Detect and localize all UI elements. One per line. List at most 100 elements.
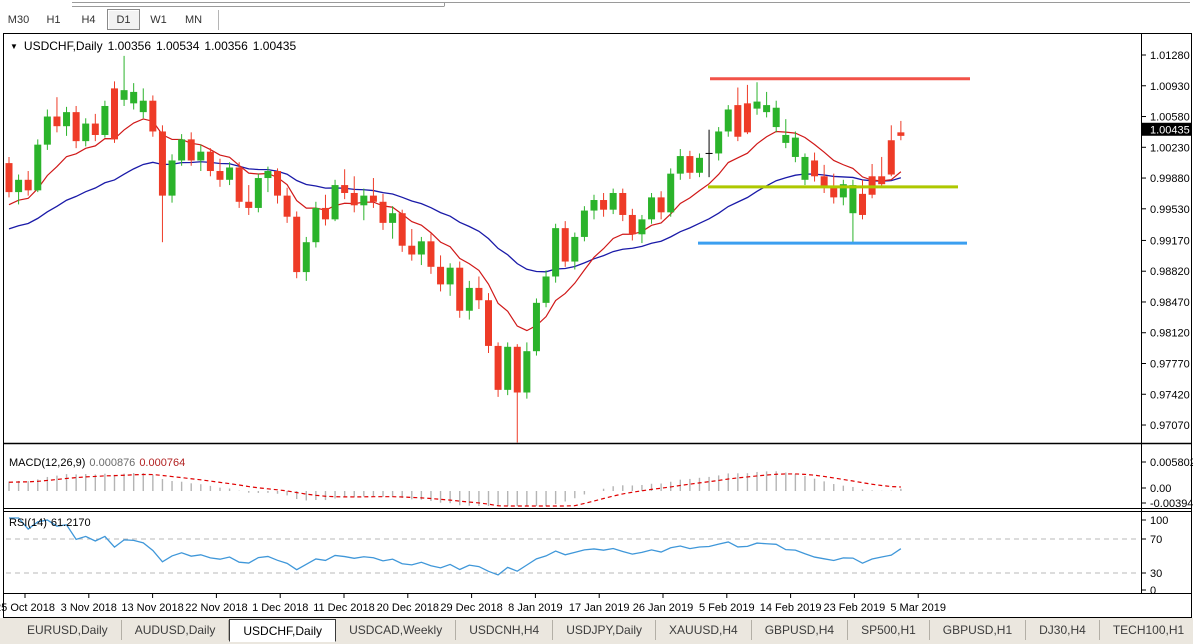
- candle-body: [628, 214, 636, 235]
- macd-name: MACD(12,26,9): [9, 457, 86, 469]
- chart-tab-gbpusd-h4[interactable]: GBPUSD,H4: [752, 620, 849, 640]
- candle-body: [820, 176, 828, 187]
- candle-body: [369, 195, 377, 202]
- chart-tab-usdcad-weekly[interactable]: USDCAD,Weekly: [336, 620, 457, 640]
- svg-text:0: 0: [1150, 585, 1156, 597]
- candle-body: [638, 219, 646, 235]
- candle-body: [753, 101, 761, 109]
- candle-body: [734, 105, 742, 137]
- candle-body: [504, 346, 512, 390]
- svg-text:0.97420: 0.97420: [1150, 389, 1190, 401]
- svg-text:0.005802: 0.005802: [1150, 457, 1193, 469]
- candle-body: [178, 139, 186, 161]
- chart-tab-xauusd-h4[interactable]: XAUUSD,H4: [656, 620, 752, 640]
- svg-text:0.98820: 0.98820: [1150, 266, 1190, 278]
- timeframe-button-w1[interactable]: W1: [142, 9, 175, 30]
- timeframe-toolbar: M30 H1 H4 D1 W1 MN: [0, 8, 219, 31]
- candle-body: [686, 156, 694, 173]
- symbol-dropdown-icon[interactable]: ▼: [10, 42, 18, 51]
- svg-text:22 Nov 2018: 22 Nov 2018: [185, 602, 247, 614]
- candle-body: [72, 112, 80, 142]
- chart-tab-audusd-daily[interactable]: AUDUSD,Daily: [122, 620, 230, 640]
- svg-text:3 Nov 2018: 3 Nov 2018: [61, 602, 117, 614]
- candle-body: [101, 105, 109, 135]
- candle-body: [139, 100, 147, 113]
- svg-text:70: 70: [1150, 534, 1162, 546]
- candle-body: [302, 242, 310, 273]
- chart-tab-usdjpy-daily[interactable]: USDJPY,Daily: [553, 620, 657, 640]
- timeframe-button-h4[interactable]: H4: [72, 9, 105, 30]
- ohlc-high: 1.00534: [156, 39, 200, 53]
- candle-body: [849, 185, 857, 214]
- svg-text:26 Jan 2019: 26 Jan 2019: [633, 602, 694, 614]
- timeframe-button-d1[interactable]: D1: [107, 9, 140, 30]
- candle-body: [53, 116, 61, 127]
- candle-body: [120, 90, 128, 100]
- chart-window-frame: [3, 33, 1192, 618]
- candle-body: [321, 207, 329, 220]
- candle-body: [561, 228, 569, 262]
- chart-tab-dj30-h4[interactable]: DJ30,H4: [1026, 620, 1100, 640]
- candle-body: [859, 193, 867, 215]
- svg-text:5 Mar 2019: 5 Mar 2019: [890, 602, 946, 614]
- candle-body: [24, 179, 32, 191]
- candle-body: [532, 302, 540, 352]
- chart-symbol-label: USDCHF,Daily: [23, 39, 103, 53]
- macd-indicator-label: MACD(12,26,9) 0.000876 0.000764: [9, 457, 185, 469]
- candle-body: [417, 241, 425, 255]
- timeframe-button-m30[interactable]: M30: [2, 9, 35, 30]
- chart-tab-tech100-h1[interactable]: TECH100,H1: [1100, 620, 1193, 640]
- chart-tab-gbpusd-h1[interactable]: GBPUSD,H1: [930, 620, 1027, 640]
- candle-body: [408, 245, 416, 255]
- svg-text:0.98120: 0.98120: [1150, 328, 1190, 340]
- chart-title: ▼ USDCHF,Daily 1.00356 1.00534 1.00356 1.0043…: [10, 39, 296, 53]
- candle-body: [600, 200, 608, 210]
- svg-text:0.99530: 0.99530: [1150, 204, 1190, 216]
- timeframe-button-h1[interactable]: H1: [37, 9, 70, 30]
- candle-body: [456, 267, 464, 311]
- svg-text:30: 30: [1150, 568, 1162, 580]
- svg-text:11 Dec 2018: 11 Dec 2018: [313, 602, 375, 614]
- svg-text:14 Feb 2019: 14 Feb 2019: [760, 602, 822, 614]
- candle-body: [763, 105, 771, 113]
- svg-text:23 Feb 2019: 23 Feb 2019: [824, 602, 886, 614]
- candle-body: [552, 228, 560, 277]
- candle-body: [91, 123, 99, 135]
- chart-tab-usdcnh-h4[interactable]: USDCNH,H4: [456, 620, 554, 640]
- candle-body: [158, 131, 166, 196]
- candle-body: [110, 88, 118, 140]
- candle-body: [197, 151, 205, 161]
- candle-body: [782, 134, 790, 143]
- candle-body: [254, 178, 262, 208]
- candle-body: [743, 103, 751, 133]
- candle-body: [465, 287, 473, 311]
- price-chart-canvas[interactable]: 1.01280 1.00930 1.00580 1.00230 0.99880 0.995…: [0, 0, 1193, 644]
- candle-body: [485, 300, 492, 346]
- timeframe-button-mn[interactable]: MN: [177, 9, 210, 30]
- macd-signal-value: 0.000764: [139, 457, 186, 469]
- svg-text:0.98470: 0.98470: [1150, 297, 1190, 309]
- svg-text:1.00930: 1.00930: [1150, 81, 1190, 93]
- svg-text:0.99880: 0.99880: [1150, 173, 1190, 185]
- candle-body: [360, 195, 368, 206]
- candle-body: [571, 236, 579, 262]
- macd-main-value: 0.000876: [89, 457, 136, 469]
- chart-tab-sp500-h1[interactable]: SP500,H1: [848, 620, 930, 640]
- svg-text:1.00435: 1.00435: [1150, 124, 1190, 136]
- ohlc-bid: 1.00435: [252, 39, 297, 53]
- candle-body: [619, 192, 627, 215]
- svg-text:1.00230: 1.00230: [1150, 142, 1190, 154]
- current-price-badge: 1.00435: [1142, 122, 1192, 136]
- chart-tab-usdchf-daily[interactable]: USDCHF,Daily: [229, 619, 337, 642]
- candle-body: [513, 346, 521, 393]
- candle-body: [523, 351, 531, 393]
- candle-body: [168, 160, 176, 196]
- candle-body: [312, 207, 320, 243]
- candle-body: [341, 185, 349, 193]
- candle-body: [657, 197, 665, 213]
- candle-body: [235, 167, 243, 202]
- svg-text:0.00: 0.00: [1150, 483, 1171, 495]
- candle-body: [542, 276, 550, 303]
- candle-body: [389, 213, 397, 223]
- chart-tab-eurusd-daily[interactable]: EURUSD,Daily: [14, 620, 122, 640]
